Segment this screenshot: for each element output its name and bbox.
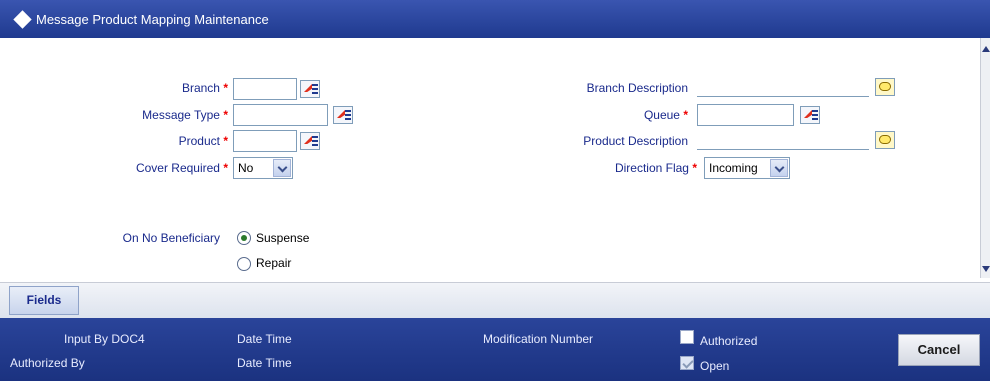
required-marker: * (223, 161, 228, 175)
open-checkbox[interactable] (680, 356, 694, 370)
repair-radio[interactable] (237, 257, 251, 271)
on-no-beneficiary-label: On No Beneficiary (122, 231, 220, 245)
queue-lov-icon[interactable] (800, 106, 820, 124)
chevron-down-icon[interactable] (770, 159, 788, 177)
branch-description-field (697, 77, 869, 97)
direction-flag-value: Incoming (709, 161, 758, 175)
queue-label-text: Queue (643, 108, 680, 122)
required-marker: * (223, 81, 228, 95)
product-label-text: Product (178, 134, 220, 148)
message-type-label: Message Type * (142, 108, 228, 122)
date-time-2: Date Time (237, 356, 292, 370)
scroll-up-icon[interactable] (982, 46, 990, 52)
chevron-down-icon[interactable] (273, 159, 291, 177)
branch-description-note-icon[interactable] (875, 78, 895, 96)
repair-label: Repair (256, 256, 292, 270)
required-marker: * (223, 134, 228, 148)
direction-flag-label-text: Direction Flag (614, 161, 689, 175)
cover-required-value: No (238, 161, 254, 175)
tab-bar: Fields (0, 282, 990, 318)
cover-required-label-text: Cover Required (135, 161, 220, 175)
product-description-note-icon[interactable] (875, 131, 895, 149)
cover-required-select[interactable]: No (233, 157, 293, 179)
vertical-scrollbar[interactable] (980, 38, 990, 278)
scroll-down-icon[interactable] (982, 266, 990, 272)
direction-flag-select[interactable]: Incoming (704, 157, 790, 179)
input-by-text: Input By DOC4 (64, 332, 145, 346)
branch-label-text: Branch (181, 81, 220, 95)
product-input[interactable] (233, 130, 297, 152)
window-titlebar: Message Product Mapping Maintenance (0, 0, 990, 38)
suspense-label: Suspense (256, 231, 310, 245)
form-area: Branch * Message Type * Product * Cover … (8, 38, 980, 280)
authorized-label: Authorized (700, 334, 758, 348)
queue-input[interactable] (697, 104, 794, 126)
authorized-checkbox[interactable] (680, 330, 694, 344)
audit-footer: Input By DOC4 Date Time Authorized By Da… (0, 318, 990, 381)
suspense-radio[interactable] (237, 231, 251, 245)
message-type-input[interactable] (233, 104, 328, 126)
open-label: Open (700, 359, 730, 373)
product-description-field (697, 130, 869, 150)
authorized-by-text: Authorized By (10, 356, 85, 370)
modification-number-text: Modification Number (483, 332, 594, 346)
product-description-label: Product Description (583, 134, 688, 148)
required-marker: * (683, 108, 688, 122)
direction-flag-label: Direction Flag * (615, 161, 697, 175)
cover-required-label: Cover Required * (136, 161, 228, 175)
message-type-label-text: Message Type (142, 108, 220, 122)
window-title: Message Product Mapping Maintenance (36, 12, 269, 27)
product-label: Product * (179, 134, 228, 148)
cancel-button[interactable]: Cancel (898, 334, 980, 366)
fields-button[interactable]: Fields (9, 286, 79, 315)
diamond-icon (13, 10, 32, 29)
required-marker: * (223, 108, 228, 122)
branch-description-label: Branch Description (586, 81, 688, 95)
branch-label: Branch * (182, 81, 228, 95)
branch-lov-icon[interactable] (300, 80, 320, 98)
date-time-1: Date Time (237, 332, 292, 346)
product-lov-icon[interactable] (300, 132, 320, 150)
message-type-lov-icon[interactable] (333, 106, 353, 124)
required-marker: * (692, 161, 697, 175)
queue-label: Queue * (644, 108, 688, 122)
branch-input[interactable] (233, 78, 297, 100)
